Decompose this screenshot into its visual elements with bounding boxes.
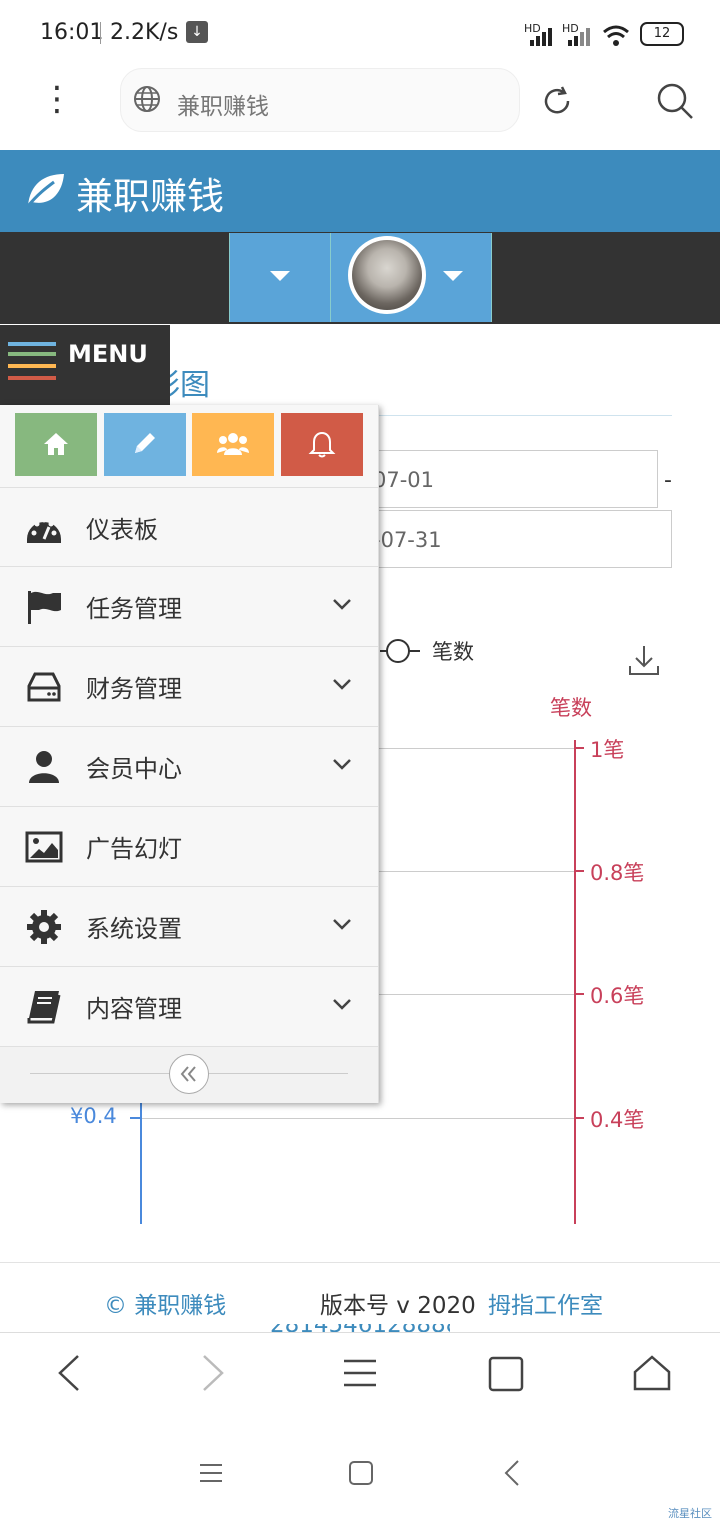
sidebar-item-label: 内容管理: [86, 995, 182, 1023]
back-icon[interactable]: [54, 1352, 84, 1394]
gridline: [130, 1118, 574, 1119]
caret-down-icon: [270, 271, 290, 281]
sidebar-item-finance[interactable]: 财务管理: [0, 646, 378, 726]
status-bar: 16:01 2.2K/s ↓ HD HD 12: [0, 0, 720, 68]
wifi-icon: [603, 25, 629, 46]
sidebar-item-label: 会员中心: [86, 755, 182, 783]
double-chevron-left-icon: [180, 1066, 196, 1082]
site-title[interactable]: 兼职赚钱: [76, 166, 224, 220]
download-icon: ↓: [186, 21, 208, 43]
download-chart-icon[interactable]: [628, 644, 660, 676]
forward-icon[interactable]: [198, 1352, 228, 1394]
search-icon[interactable]: [656, 82, 694, 120]
sidebar-item-dashboard[interactable]: 仪表板: [0, 487, 378, 567]
leaf-icon: [26, 174, 64, 207]
book-icon: [27, 991, 61, 1024]
avatar-photo: [352, 240, 422, 310]
chevron-down-icon: [333, 599, 351, 610]
address-text: 兼职赚钱: [177, 94, 269, 120]
avatar[interactable]: [348, 236, 426, 314]
tabs-overview-icon[interactable]: [488, 1356, 524, 1392]
hdd-icon: [27, 672, 61, 702]
shortcut-edit-button[interactable]: [104, 413, 186, 476]
sidebar-item-label: 广告幻灯: [86, 835, 182, 863]
users-icon: [217, 433, 249, 455]
legend-label[interactable]: 笔数: [432, 636, 474, 666]
clock: 16:01: [40, 20, 104, 45]
footer-copyright-link[interactable]: © 兼职赚钱: [104, 1286, 226, 1320]
chevron-down-icon: [333, 759, 351, 770]
home-icon[interactable]: [632, 1354, 672, 1392]
legend-marker[interactable]: [386, 639, 410, 663]
sidebar-collapse-button[interactable]: [169, 1054, 209, 1094]
menu-bar-red: [8, 376, 56, 380]
sidebar-item-label: 系统设置: [86, 915, 182, 943]
gear-icon: [27, 910, 61, 944]
battery-icon: 12: [640, 22, 684, 46]
bell-icon: [308, 431, 336, 458]
right-axis: [574, 740, 576, 1224]
end-date-value: -07-31: [373, 528, 442, 552]
sidebar-item-content[interactable]: 内容管理: [0, 966, 378, 1046]
left-axis: [140, 1102, 142, 1224]
sidebar-item-label: 任务管理: [86, 595, 182, 623]
shortcut-notifications-button[interactable]: [281, 413, 363, 476]
caret-down-icon: [443, 271, 463, 281]
right-axis-tick: [576, 747, 584, 749]
flag-icon: [28, 591, 61, 624]
right-tick-label: 1笔: [590, 738, 625, 762]
signal-1-icon: [530, 28, 552, 46]
sidebar-item-settings[interactable]: 系统设置: [0, 886, 378, 966]
right-axis-tick: [576, 993, 584, 995]
right-axis-tick: [576, 870, 584, 872]
menu-bar-orange: [8, 364, 56, 368]
footer-version: 版本号 v 2020: [320, 1293, 476, 1319]
nav-dropdown-button[interactable]: [229, 233, 331, 322]
chevron-down-icon: [333, 679, 351, 690]
left-tick-label: ¥0.4: [70, 1104, 117, 1128]
right-tick-label: 0.4笔: [590, 1108, 645, 1132]
sidebar-item-members[interactable]: 会员中心: [0, 726, 378, 806]
date-separator: -: [664, 468, 672, 493]
chevron-down-icon: [333, 999, 351, 1010]
sidebar-item-label: 仪表板: [86, 516, 158, 544]
start-date-value: 07-01: [373, 468, 435, 492]
right-tick-label: 0.6笔: [590, 984, 645, 1008]
system-home-icon[interactable]: [348, 1460, 374, 1486]
right-tick-label: 0.8笔: [590, 861, 645, 885]
reload-icon[interactable]: [540, 84, 574, 118]
footer-divider: [0, 1262, 720, 1263]
globe-icon: [134, 86, 160, 112]
shortcut-home-button[interactable]: [15, 413, 97, 476]
chevron-down-icon: [333, 919, 351, 930]
user-icon: [29, 751, 59, 783]
sidebar-item-label: 财务管理: [86, 675, 182, 703]
signal-2-icon: [568, 28, 590, 46]
dashboard-icon: [27, 517, 61, 543]
status-divider: [100, 22, 101, 44]
menu-kebab-icon[interactable]: ⋮: [40, 82, 74, 116]
right-axis-tick: [576, 1117, 584, 1119]
picture-icon: [25, 831, 63, 863]
address-bar[interactable]: 兼职赚钱: [120, 68, 520, 132]
footer-studio-link[interactable]: 拇指工作室: [488, 1286, 603, 1320]
system-back-icon[interactable]: [500, 1458, 524, 1488]
network-speed: 2.2K/s: [110, 20, 179, 45]
pencil-icon: [135, 433, 155, 453]
menu-bar-green: [8, 352, 56, 356]
left-axis-tick: [130, 1117, 140, 1119]
menu-bar-blue: [8, 342, 56, 346]
tabs-menu-icon[interactable]: [342, 1358, 378, 1388]
sidebar-item-ads[interactable]: 广告幻灯: [0, 806, 378, 886]
menu-label: MENU: [68, 340, 148, 368]
sidebar-item-tasks[interactable]: 任务管理: [0, 566, 378, 646]
recents-icon[interactable]: [198, 1462, 224, 1484]
shortcut-users-button[interactable]: [192, 413, 274, 476]
home-icon: [44, 433, 68, 455]
watermark: 流星社区: [668, 1507, 712, 1520]
right-axis-label: 笔数: [550, 696, 592, 720]
